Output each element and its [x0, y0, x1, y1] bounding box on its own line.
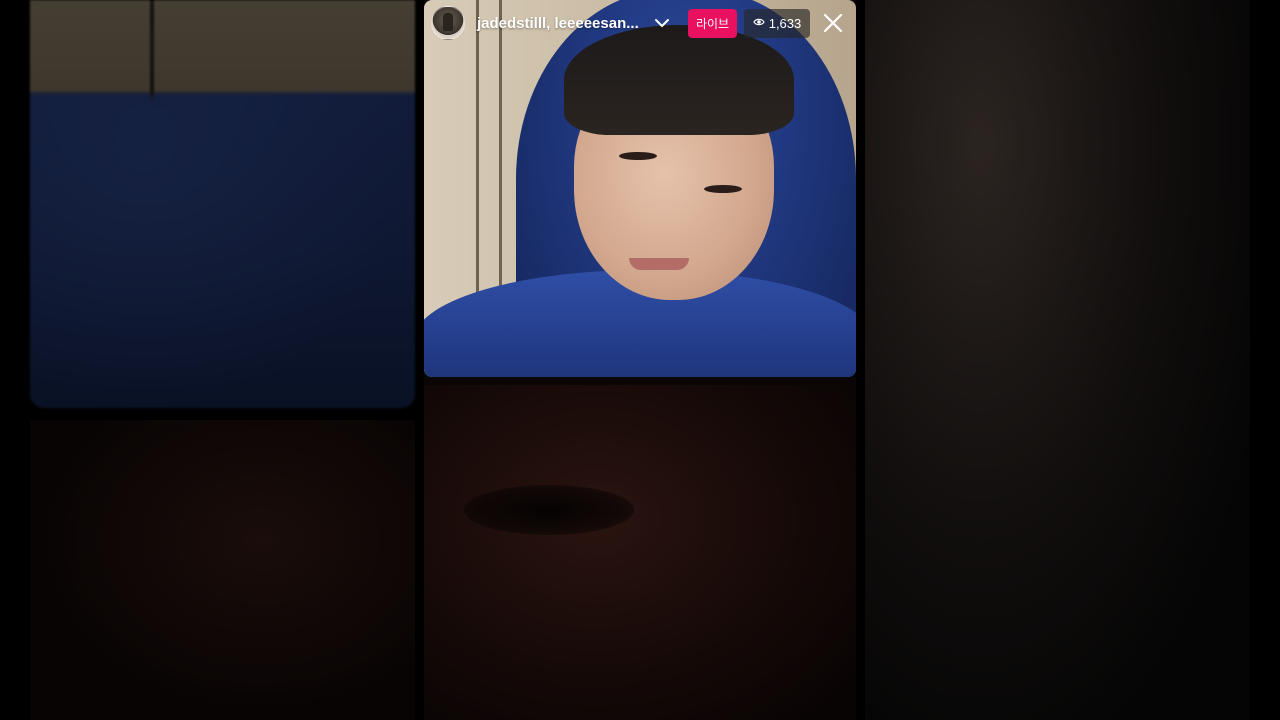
chevron-down-icon[interactable]	[653, 14, 671, 32]
viewer-count-badge[interactable]: 1,633	[744, 9, 810, 38]
blurred-video-bottom-left	[30, 420, 415, 720]
eye	[619, 152, 657, 160]
eye	[704, 185, 742, 193]
close-icon[interactable]	[821, 11, 845, 35]
blurred-video-right	[865, 0, 1250, 720]
blurred-video-left	[30, 0, 415, 408]
guest-eye	[464, 485, 634, 535]
eye-icon	[753, 16, 765, 31]
live-badge: 라이브	[688, 9, 737, 38]
live-usernames[interactable]: jadedstilll, leeeeesan...	[477, 15, 652, 32]
mouth	[629, 258, 689, 270]
live-stream-frame	[424, 0, 856, 720]
avatar[interactable]	[431, 6, 465, 40]
host-video	[424, 0, 856, 377]
guest-video	[424, 385, 856, 720]
live-header: jadedstilll, leeeeesan... 라이브 1,633	[424, 0, 856, 48]
viewer-count: 1,633	[768, 16, 802, 31]
